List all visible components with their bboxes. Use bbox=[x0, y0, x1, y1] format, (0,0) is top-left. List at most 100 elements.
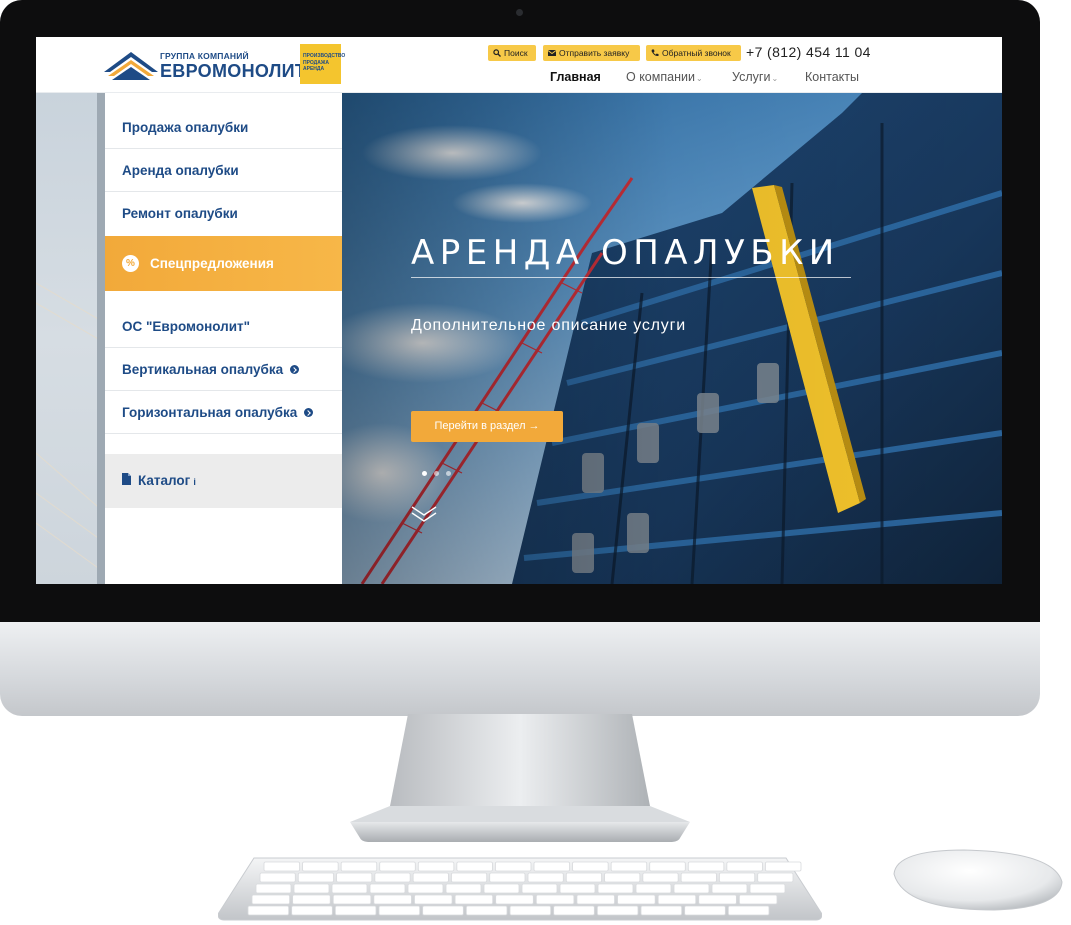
crane-lines-decoration bbox=[36, 282, 105, 574]
keyboard-key bbox=[657, 894, 697, 905]
keyboard-key bbox=[407, 883, 444, 894]
company-logo[interactable]: ГРУППА КОМПАНИЙ ЕВРОМОНОЛИТ ПРОИЗВОДСТВО… bbox=[104, 42, 346, 86]
logo-tagline: ПРОИЗВОДСТВО ПРОДАЖА АРЕНДА bbox=[300, 44, 346, 84]
hero-subtitle: Дополнительное описание услуги bbox=[411, 317, 686, 334]
chevron-right-icon bbox=[290, 365, 300, 374]
sidebar-item-label: Продажа опалубки bbox=[122, 120, 249, 135]
sidebar-item-horizontal[interactable]: Горизонтальная опалубка bbox=[105, 391, 342, 434]
catalog-label-wrap: Каталог i bbox=[138, 473, 196, 488]
nav-home[interactable]: Главная bbox=[550, 70, 601, 84]
monitor-chin bbox=[0, 622, 1040, 716]
keyboard-key bbox=[422, 905, 464, 916]
camera-dot bbox=[516, 9, 523, 16]
keyboard-key bbox=[247, 905, 290, 916]
browser-viewport: ГРУППА КОМПАНИЙ ЕВРОМОНОЛИТ ПРОИЗВОДСТВО… bbox=[36, 37, 1002, 584]
keyboard-key bbox=[680, 872, 717, 883]
percent-icon: % bbox=[122, 255, 139, 272]
keyboard-key bbox=[509, 905, 552, 916]
keyboard-key bbox=[483, 883, 520, 894]
slider-dot[interactable] bbox=[446, 471, 451, 476]
search-button[interactable]: Поиск bbox=[488, 45, 536, 61]
nav-about[interactable]: О компании⌄ bbox=[626, 70, 703, 84]
keyboard-key bbox=[726, 861, 763, 872]
keyboard-key bbox=[597, 883, 634, 894]
house-logo-icon bbox=[104, 52, 158, 80]
nav-services[interactable]: Услуги⌄ bbox=[732, 70, 778, 84]
keyboard-key bbox=[521, 883, 558, 894]
scroll-down-chevron-icon[interactable] bbox=[411, 505, 437, 523]
chevron-down-icon: ⌄ bbox=[695, 74, 703, 83]
sidebar-item-label: ОС "Евромонолит" bbox=[122, 319, 251, 334]
keyboard-key bbox=[684, 905, 726, 916]
keyboard-key bbox=[604, 872, 641, 883]
site-header: ГРУППА КОМПАНИЙ ЕВРОМОНОЛИТ ПРОИЗВОДСТВО… bbox=[36, 37, 1002, 93]
nav-home-label: Главная bbox=[550, 70, 601, 84]
keyboard-key bbox=[610, 861, 648, 872]
keyboard-key bbox=[489, 872, 526, 883]
keyboard-key bbox=[617, 894, 656, 905]
keyboard-key bbox=[465, 905, 508, 916]
keyboard-key bbox=[369, 883, 406, 894]
keyboard-key bbox=[711, 883, 748, 894]
sidebar-item-label: Горизонтальная опалубка bbox=[122, 405, 298, 420]
callback-button[interactable]: Обратный звонок bbox=[646, 45, 741, 61]
keyboard-key bbox=[374, 872, 411, 883]
keyboard-key bbox=[379, 861, 416, 872]
keyboard-key bbox=[635, 883, 672, 894]
keyboard-key bbox=[698, 894, 737, 905]
chevron-right-icon bbox=[304, 408, 314, 417]
keyboard-key bbox=[417, 861, 455, 872]
special-offers-label: Спецпредложения bbox=[150, 256, 274, 271]
keyboard-key bbox=[533, 861, 570, 872]
keyboard-key bbox=[649, 861, 686, 872]
search-icon bbox=[493, 49, 501, 57]
sidebar-item-label: Вертикальная опалубка bbox=[122, 362, 284, 377]
keyboard-key bbox=[445, 883, 482, 894]
side-menu: Продажа опалубки Аренда опалубки Ремонт … bbox=[105, 93, 342, 584]
keyboard-key bbox=[596, 905, 639, 916]
keyboard-key bbox=[336, 872, 373, 883]
strip-edge bbox=[97, 93, 105, 584]
sidebar-item-vertical[interactable]: Вертикальная опалубка bbox=[105, 348, 342, 391]
sidebar-item-os-euromonolit[interactable]: ОС "Евромонолит" bbox=[105, 305, 342, 348]
keyboard-key bbox=[451, 872, 488, 883]
keyboard-key bbox=[291, 905, 333, 916]
keyboard-key bbox=[259, 872, 296, 883]
logo-tag-line: ПРОИЗВОДСТВО bbox=[303, 53, 346, 59]
slider-dot[interactable] bbox=[434, 471, 439, 476]
sidebar-item-rent[interactable]: Аренда опалубки bbox=[105, 149, 342, 192]
nav-contacts-label: Контакты bbox=[805, 70, 859, 84]
sidebar-item-catalog[interactable]: Каталог i bbox=[105, 454, 342, 508]
keyboard-key bbox=[757, 872, 794, 883]
search-button-label: Поиск bbox=[504, 48, 528, 58]
keyboard-key bbox=[340, 861, 378, 872]
send-request-label: Отправить заявку bbox=[559, 48, 630, 58]
nav-contacts[interactable]: Контакты bbox=[805, 70, 859, 84]
keyboard-key bbox=[378, 905, 421, 916]
monitor-stand bbox=[350, 714, 690, 842]
keyboard-key bbox=[454, 894, 494, 905]
keyboard-key bbox=[642, 872, 679, 883]
keyboard-key bbox=[456, 861, 493, 872]
sidebar-item-sale[interactable]: Продажа опалубки bbox=[105, 106, 342, 149]
keyboard-key bbox=[640, 905, 683, 916]
info-icon: i bbox=[193, 477, 196, 487]
sidebar-item-special-offers[interactable]: % Спецпредложения bbox=[105, 236, 342, 291]
keyboard-key bbox=[263, 861, 300, 872]
hero-slider[interactable]: АРЕНДА ОПАЛУБКИ Дополнительное описание … bbox=[342, 93, 1002, 584]
keyboard-key bbox=[687, 861, 725, 872]
logo-tag-line: АРЕНДА bbox=[303, 66, 325, 72]
keyboard-key bbox=[293, 883, 330, 894]
go-to-section-button[interactable]: Перейти в раздел → bbox=[411, 411, 563, 442]
hero-title-underline bbox=[411, 277, 851, 278]
hero-background-image bbox=[342, 93, 1002, 584]
keyboard-key bbox=[565, 872, 602, 883]
keyboard-key bbox=[297, 872, 334, 883]
phone-number[interactable]: +7 (812) 454 11 04 bbox=[746, 44, 871, 60]
sidebar-item-label-wrap: Горизонтальная опалубка bbox=[122, 405, 314, 420]
send-request-button[interactable]: Отправить заявку bbox=[543, 45, 640, 61]
slider-dot[interactable] bbox=[422, 471, 427, 476]
logo-name-text: ЕВРОМОНОЛИТ bbox=[160, 61, 307, 81]
sidebar-item-repair[interactable]: Ремонт опалубки bbox=[105, 192, 342, 235]
keyboard-key bbox=[495, 894, 534, 905]
